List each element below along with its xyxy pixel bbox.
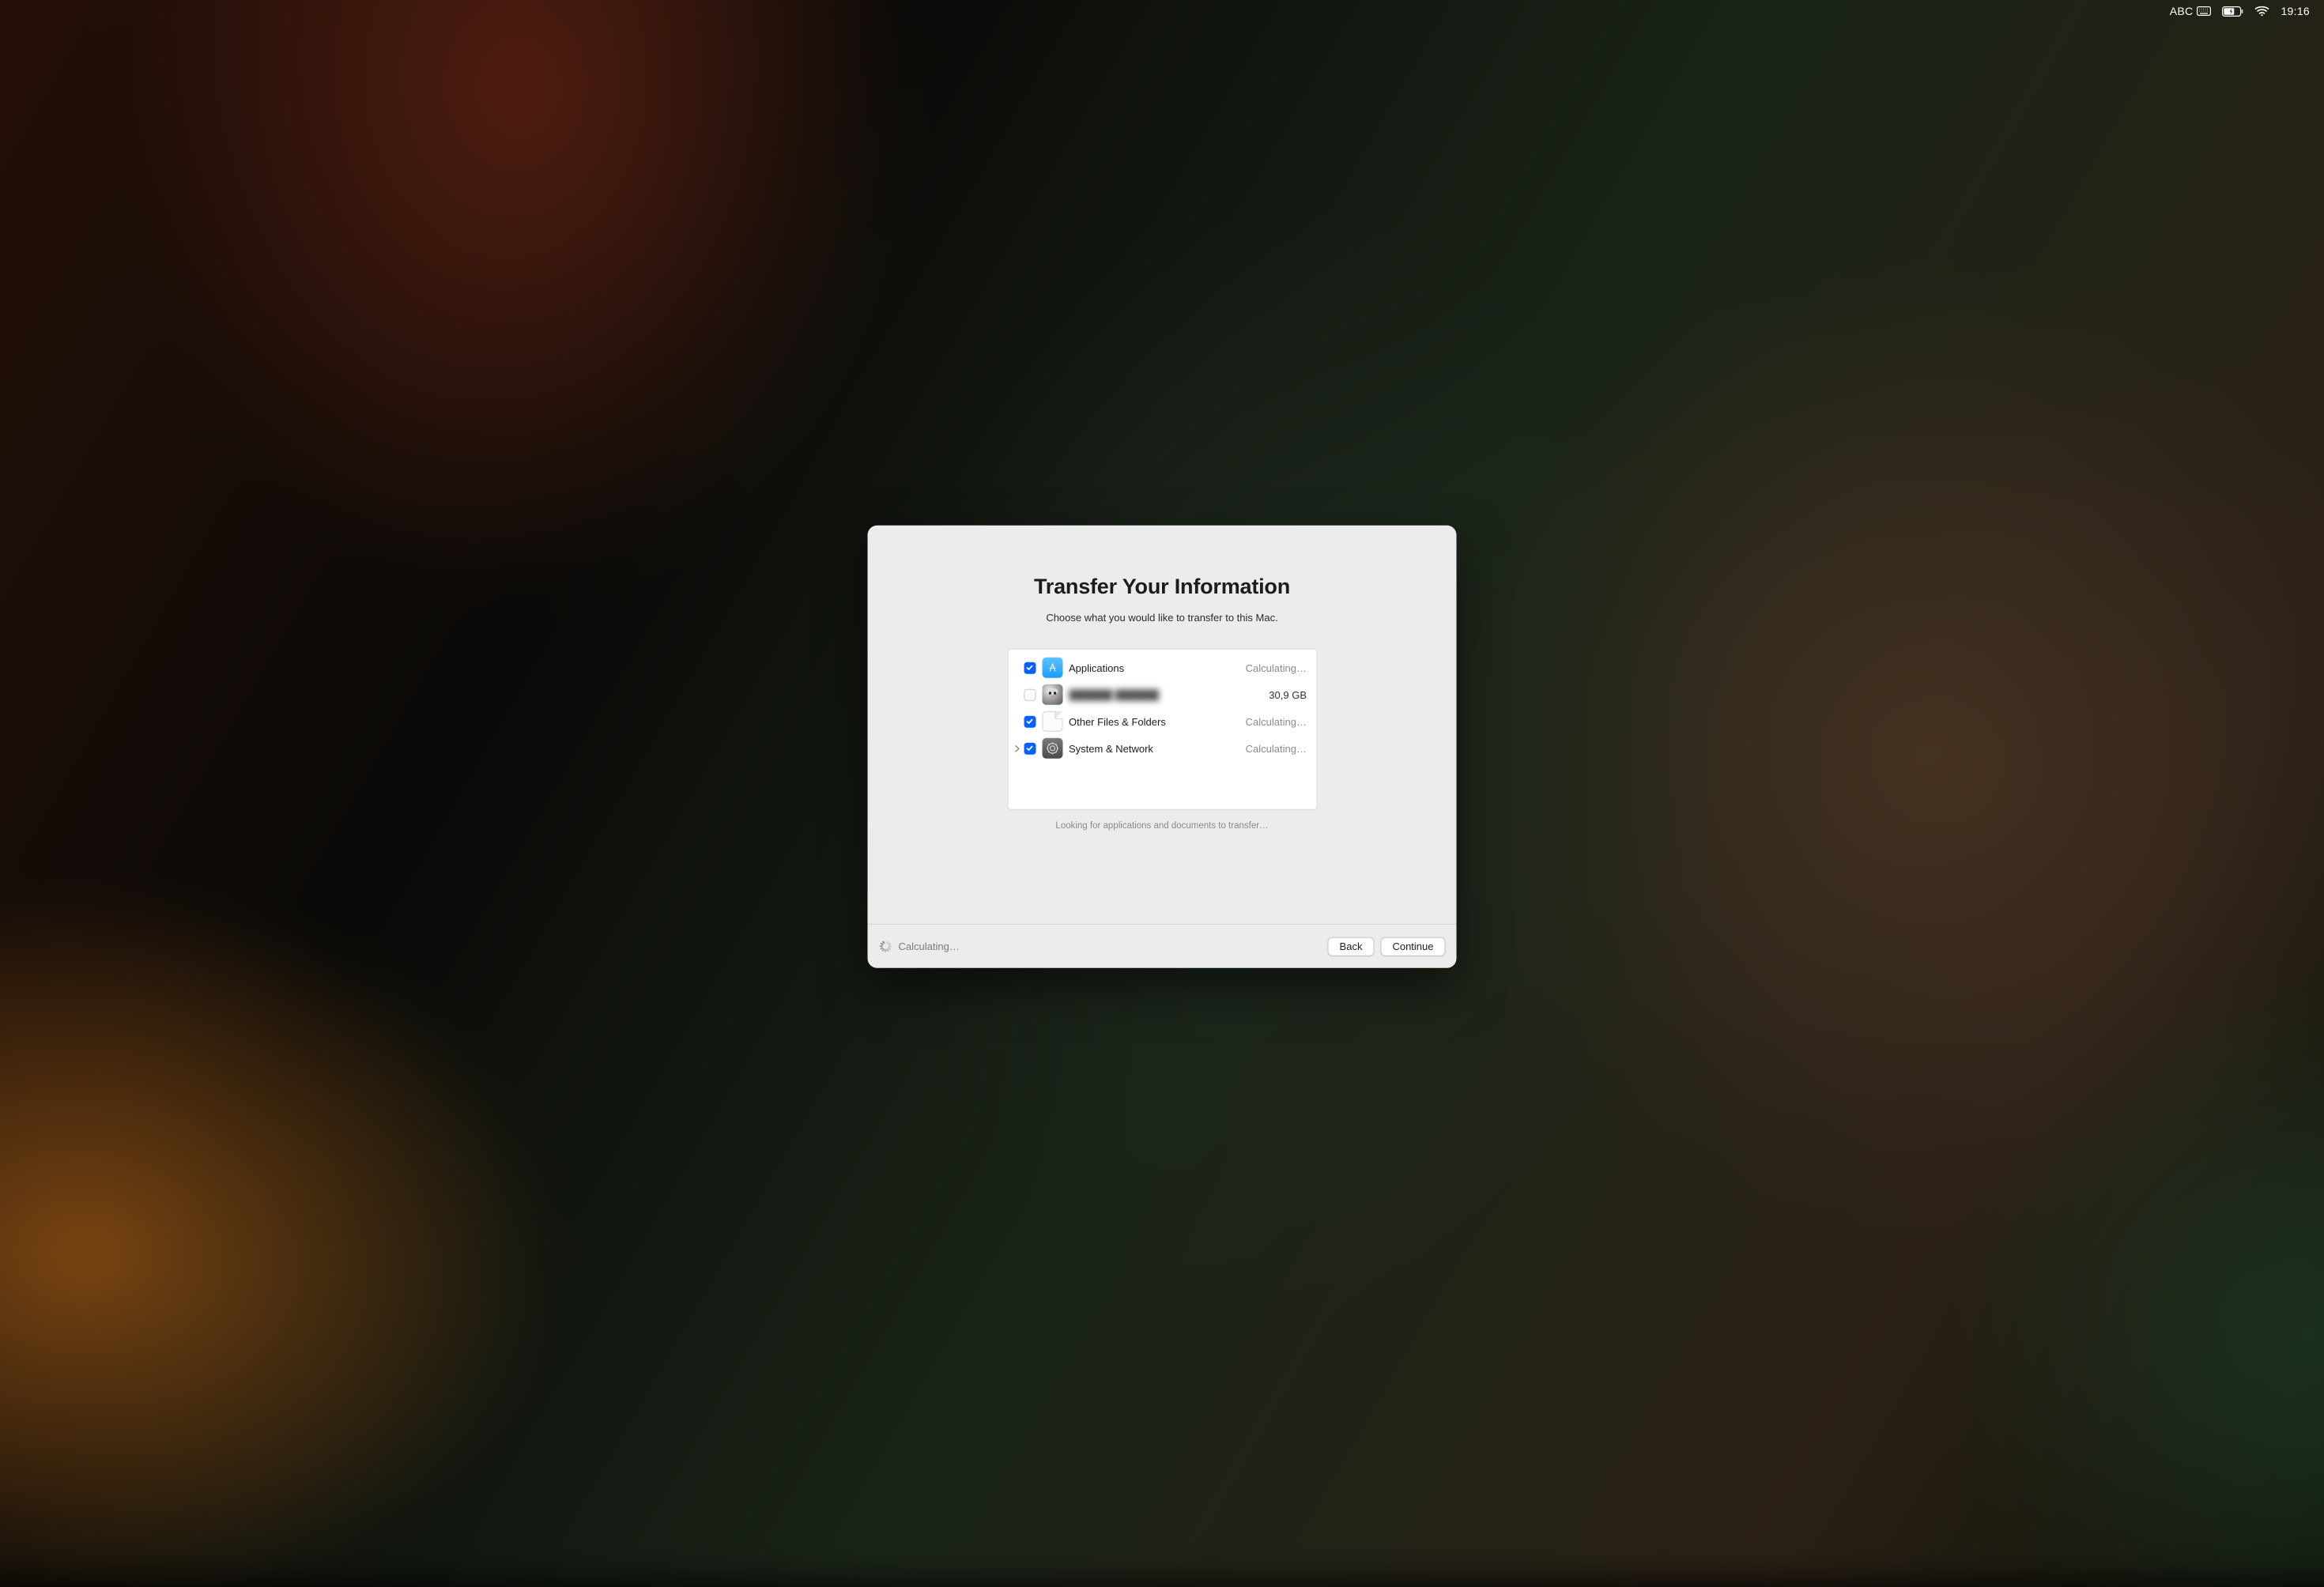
item-size: Calculating… [1236,662,1307,673]
item-label: Applications [1069,662,1236,673]
footer-status-text: Calculating… [899,941,960,952]
item-label: System & Network [1069,742,1236,754]
clock-time: 19:16 [2281,5,2310,17]
back-button[interactable]: Back [1328,937,1375,956]
input-source-label: ABC [2170,5,2194,17]
item-size: Calculating… [1236,715,1307,727]
applications-folder-icon [1042,658,1062,678]
wifi-indicator[interactable] [2254,6,2269,17]
system-settings-icon [1042,738,1062,759]
keyboard-icon [2197,6,2211,16]
battery-indicator[interactable] [2222,6,2243,17]
page-subtitle: Choose what you would like to transfer t… [1046,612,1277,624]
input-source-indicator[interactable]: ABC [2170,5,2212,17]
transfer-item-user[interactable]: ██████ ██████ 30,9 GB [1008,681,1316,708]
item-label: Other Files & Folders [1069,715,1236,727]
panel-body: Transfer Your Information Choose what yo… [868,526,1457,924]
transfer-item-applications[interactable]: Applications Calculating… [1008,654,1316,681]
checkbox-system-network[interactable] [1024,742,1036,754]
checkbox-applications[interactable] [1024,662,1036,673]
transfer-item-other-files[interactable]: Other Files & Folders Calculating… [1008,708,1316,735]
item-size: 30,9 GB [1236,688,1307,700]
checkbox-user[interactable] [1024,688,1036,700]
battery-charging-icon [2222,6,2243,17]
item-label: ██████ ██████ [1069,688,1236,700]
transfer-items-list: Applications Calculating… ██████ ██████ … [1007,649,1317,810]
clock[interactable]: 19:16 [2281,5,2310,17]
spinner-icon [879,941,891,952]
wifi-icon [2254,6,2269,17]
menu-bar: ABC 19:16 [0,0,2324,22]
item-size: Calculating… [1236,742,1307,754]
migration-assistant-panel: Transfer Your Information Choose what yo… [868,526,1457,968]
panel-footer: Calculating… Back Continue [868,924,1457,968]
status-hint: Looking for applications and documents t… [1055,821,1268,831]
user-avatar-icon [1042,684,1062,705]
document-icon [1042,711,1062,732]
checkbox-other-files[interactable] [1024,715,1036,727]
transfer-item-system-network[interactable]: System & Network Calculating… [1008,735,1316,762]
continue-button[interactable]: Continue [1380,937,1445,956]
chevron-right-icon[interactable] [1013,744,1022,752]
footer-status: Calculating… [879,941,960,952]
page-title: Transfer Your Information [1034,575,1290,599]
